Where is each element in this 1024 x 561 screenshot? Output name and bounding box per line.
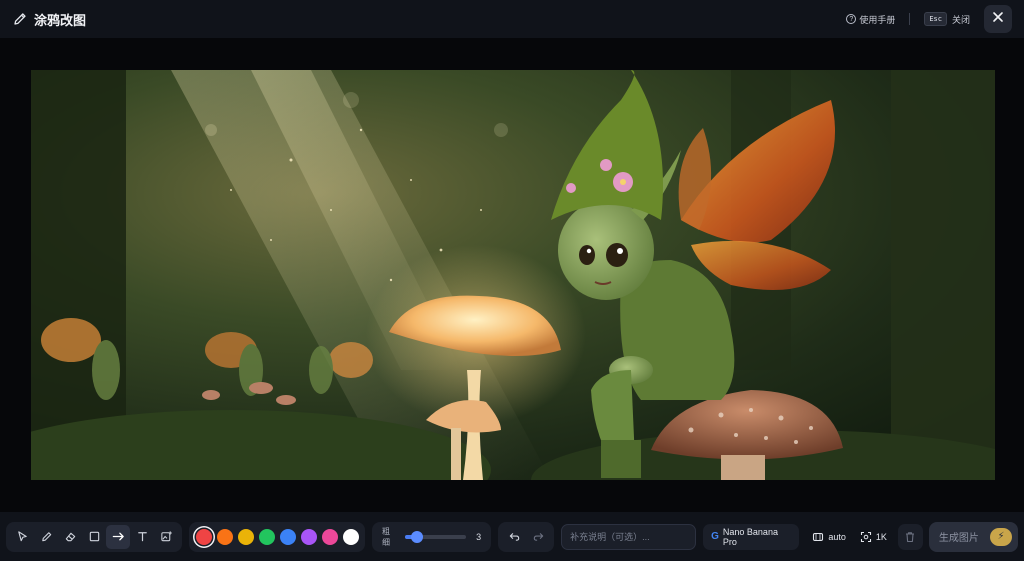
thickness-slider[interactable] bbox=[405, 530, 467, 543]
text-tool[interactable] bbox=[130, 525, 154, 549]
thickness-label: 粗细 bbox=[382, 526, 390, 547]
close-label: 关闭 bbox=[951, 14, 970, 25]
brush-tool[interactable] bbox=[34, 525, 58, 549]
redo-button[interactable] bbox=[526, 525, 550, 549]
page-title: 涂鸦改图 bbox=[34, 12, 87, 28]
arrow-right-icon bbox=[112, 532, 124, 541]
eraser-icon bbox=[65, 532, 75, 542]
header-divider bbox=[909, 13, 911, 25]
close-button[interactable] bbox=[984, 5, 1012, 33]
color-palette bbox=[189, 521, 365, 552]
color-swatch-6[interactable] bbox=[300, 528, 317, 545]
select-tool[interactable] bbox=[10, 525, 34, 549]
lightning-icon: ⚡ bbox=[990, 527, 1012, 546]
image-add-icon bbox=[160, 531, 172, 542]
model-selector[interactable]: G Nano Banana Pro bbox=[703, 523, 800, 550]
text-icon bbox=[137, 532, 147, 542]
color-swatch-3[interactable] bbox=[237, 528, 254, 545]
aspect-ratio-icon bbox=[813, 532, 824, 541]
thickness-control: 粗细 3 bbox=[372, 521, 492, 552]
help-manual-link[interactable]: ? 使用手册 bbox=[846, 13, 895, 26]
color-swatch-5[interactable] bbox=[279, 528, 296, 545]
description-input[interactable] bbox=[561, 523, 697, 550]
resolution-selector[interactable]: 1K bbox=[854, 524, 893, 550]
google-logo-icon: G bbox=[711, 531, 719, 542]
bottom-toolbar: 粗细 3 G Nano Banana Pro auto 1K 生成图片 ⚡ bbox=[0, 512, 1024, 561]
eraser-tool[interactable] bbox=[58, 525, 82, 549]
color-swatch-4[interactable] bbox=[258, 528, 275, 545]
trash-icon bbox=[906, 531, 915, 542]
fairy-image bbox=[31, 70, 995, 480]
color-swatch-8[interactable] bbox=[342, 528, 359, 545]
undo-button[interactable] bbox=[502, 525, 526, 549]
cursor-icon bbox=[17, 531, 27, 542]
color-swatch-2[interactable] bbox=[216, 528, 233, 545]
esc-key-badge: Esc bbox=[924, 12, 947, 26]
help-manual-label: 使用手册 bbox=[859, 14, 896, 25]
pencil-icon bbox=[12, 11, 28, 27]
generate-label: 生成图片 bbox=[938, 533, 979, 544]
tool-group bbox=[6, 521, 182, 552]
clear-button[interactable] bbox=[897, 523, 923, 550]
question-circle-icon: ? bbox=[846, 14, 857, 24]
aspect-ratio-selector[interactable]: auto bbox=[806, 524, 852, 550]
pencil-icon bbox=[41, 532, 51, 542]
image-tool[interactable] bbox=[154, 525, 178, 549]
undo-icon bbox=[509, 533, 519, 541]
arrow-tool[interactable] bbox=[106, 524, 130, 549]
rectangle-tool[interactable] bbox=[82, 525, 106, 549]
esc-close-hint[interactable]: Esc 关闭 bbox=[924, 12, 970, 26]
aspect-ratio-label: auto bbox=[828, 531, 846, 542]
color-swatch-1[interactable] bbox=[195, 528, 212, 545]
thickness-value: 3 bbox=[476, 531, 482, 542]
resolution-label: 1K bbox=[875, 531, 887, 542]
drawing-canvas[interactable] bbox=[31, 70, 995, 480]
model-label: Nano Banana Pro bbox=[722, 526, 778, 547]
rectangle-icon bbox=[89, 531, 99, 542]
history-group bbox=[498, 521, 555, 552]
redo-icon bbox=[533, 533, 543, 541]
resolution-icon bbox=[860, 531, 871, 542]
editor-stage bbox=[0, 38, 1024, 512]
close-icon bbox=[992, 10, 1004, 28]
generate-image-button[interactable]: 生成图片 ⚡ bbox=[928, 521, 1018, 552]
color-swatch-7[interactable] bbox=[321, 528, 338, 545]
header-bar: 涂鸦改图 ? 使用手册 Esc 关闭 bbox=[0, 0, 1024, 38]
thickness-slider-handle[interactable] bbox=[411, 530, 424, 543]
